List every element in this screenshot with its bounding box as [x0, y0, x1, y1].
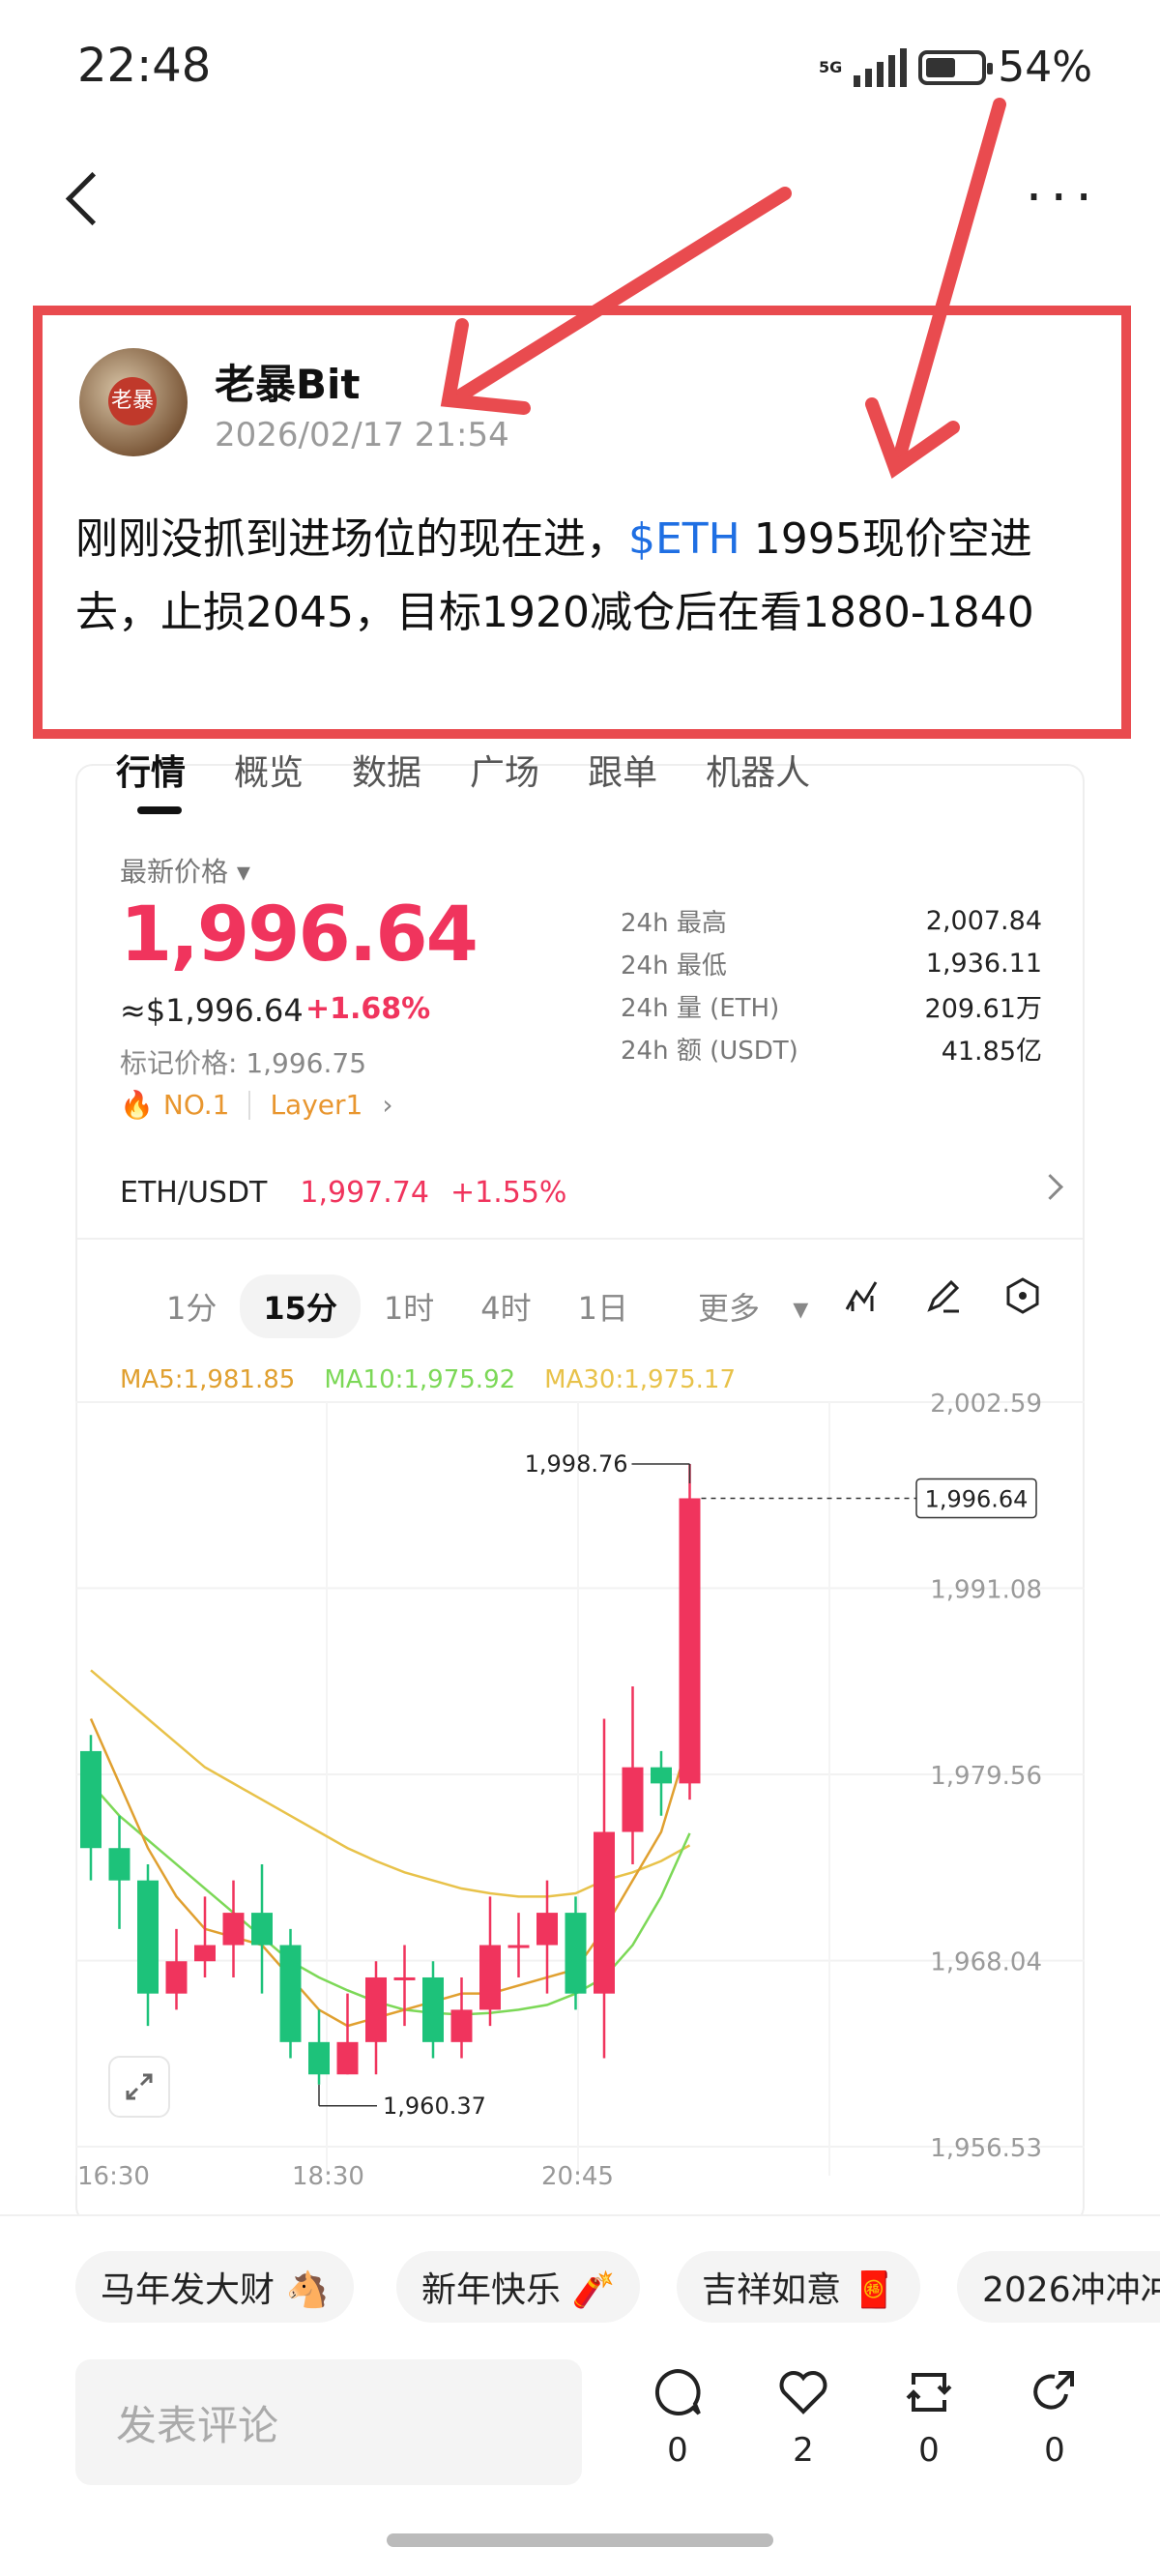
interval-15m[interactable]: 15分 [240, 1274, 361, 1338]
chip-2[interactable]: 新年快乐 🧨 [396, 2251, 641, 2323]
candle-body [365, 1976, 387, 2042]
comment-button[interactable]: 0 [644, 2365, 711, 2470]
candle-body [308, 2041, 330, 2075]
interval-4h[interactable]: 4时 [457, 1274, 554, 1338]
share-count: 0 [1044, 2431, 1065, 2470]
candle-body [679, 1498, 701, 1784]
current-price-label: 1,996.64 [925, 1485, 1029, 1512]
share-button[interactable]: 0 [1021, 2365, 1088, 2470]
interval-1m[interactable]: 1分 [143, 1274, 240, 1338]
latest-price-label[interactable]: 最新价格 ▾ [120, 851, 250, 890]
settings-hex-icon[interactable] [1003, 1276, 1042, 1315]
chip-4[interactable]: 2026冲冲冲 [957, 2251, 1160, 2323]
interval-more[interactable]: 更多 ▾ [652, 1274, 831, 1338]
y-tick-label: 1,979.56 [930, 1762, 1042, 1791]
stat-low: 24h 最低 1,936.11 [621, 948, 1042, 981]
candle-body [536, 1913, 558, 1946]
repost-button[interactable]: 0 [895, 2365, 963, 2470]
fire-icon: 🔥 [120, 1089, 154, 1121]
candle-body [393, 1976, 416, 1980]
low-label: 1,960.37 [383, 2093, 486, 2120]
y-tick-label: 1,956.53 [930, 2134, 1042, 2163]
comment-icon [654, 2368, 701, 2415]
pair-price: 1,997.74 [300, 1176, 429, 1210]
repost-count: 0 [918, 2431, 940, 2470]
x-tick-1: 18:30 [292, 2162, 364, 2191]
candle-body [565, 1913, 587, 1994]
chevron-right-icon: › [382, 1089, 393, 1121]
ma10-label: MA10:1,975.92 [324, 1365, 516, 1394]
active-tab-indicator [137, 806, 182, 814]
divider [77, 1238, 1083, 1240]
annotation-arrows [440, 98, 1006, 479]
interval-1d[interactable]: 1日 [555, 1274, 652, 1338]
mark-price: 标记价格: 1,996.75 [120, 1047, 367, 1079]
stats-panel: 24h 最高 2,007.84 24h 最低 1,936.11 24h 量 (ETH… [621, 899, 1042, 1069]
candle-body [279, 1945, 302, 2042]
stat-turnover: 24h 额 (USDT) 41.85亿 [621, 1036, 1042, 1067]
x-tick-0: 16:30 [77, 2162, 150, 2191]
badges[interactable]: 🔥 NO.1 Layer1 › [120, 1089, 393, 1121]
y-tick-label: 1,968.04 [930, 1948, 1042, 1977]
like-count: 2 [793, 2431, 814, 2470]
ma30-label: MA30:1,975.17 [544, 1365, 736, 1394]
candle-body [450, 2009, 473, 2042]
candle-body [622, 1767, 644, 1832]
like-button[interactable]: 2 [769, 2365, 837, 2470]
share-icon [1033, 2371, 1074, 2410]
interval-selector: 1分 15分 1时 4时 1日 更多 ▾ [143, 1274, 831, 1338]
y-tick-label: 1,991.08 [930, 1575, 1042, 1604]
heart-icon [779, 2371, 827, 2415]
candle-body [594, 1831, 615, 1994]
arrow-line-2 [892, 98, 1006, 465]
badge-divider [248, 1090, 251, 1120]
stat-volume: 24h 量 (ETH) 209.61万 [621, 993, 1042, 1024]
candle-body [479, 1945, 501, 2010]
interval-1h[interactable]: 1时 [361, 1274, 457, 1338]
candle-body [651, 1767, 672, 1784]
indicator-icon[interactable] [843, 1276, 882, 1315]
sector-badge: Layer1 [270, 1089, 363, 1121]
high-label: 1,998.76 [525, 1450, 628, 1478]
y-tick-label: 2,002.59 [930, 1390, 1042, 1419]
pair-name: ETH/USDT [120, 1176, 268, 1210]
expand-icon[interactable] [108, 2056, 170, 2118]
pen-icon[interactable] [924, 1276, 963, 1315]
repost-icon [906, 2373, 952, 2412]
ma-legend: MA5:1,981.85 MA10:1,975.92 MA30:1,975.17 [120, 1365, 736, 1394]
stat-high: 24h 最高 2,007.84 [621, 905, 1042, 938]
candle-body [80, 1750, 102, 1849]
candle-body [165, 1961, 188, 1994]
pair-row[interactable]: ETH/USDT 1,997.74 +1.55% [120, 1176, 566, 1210]
candle-body [251, 1913, 273, 1946]
rank-badge: NO.1 [162, 1089, 230, 1121]
chip-1[interactable]: 马年发大财 🐴 [75, 2251, 355, 2323]
latest-price: 1,996.64 [120, 892, 478, 979]
x-tick-2: 20:45 [541, 2162, 614, 2191]
candle-body [108, 1848, 130, 1881]
pair-change: +1.55% [450, 1176, 567, 1210]
candle-body [222, 1913, 245, 1946]
chip-3[interactable]: 吉祥如意 🧧 [677, 2251, 921, 2323]
ma5-label: MA5:1,981.85 [120, 1365, 296, 1394]
home-indicator [387, 2533, 773, 2547]
candle-body [508, 1945, 530, 1948]
comment-count: 0 [667, 2431, 688, 2470]
candle-body [137, 1880, 159, 1994]
comment-input[interactable]: 发表评论 [75, 2359, 582, 2485]
candlestick-chart[interactable]: 2,002.59 1,991.08 1,979.56 1,968.04 1,956.53… [75, 1354, 1085, 2185]
price-change: +1.68% [305, 992, 431, 1026]
candle-body [194, 1945, 216, 1962]
candle-body [336, 2041, 359, 2075]
usd-price: ≈$1,996.64 [120, 992, 304, 1029]
candle-body [422, 1976, 444, 2042]
arrow-line-1 [455, 187, 792, 401]
